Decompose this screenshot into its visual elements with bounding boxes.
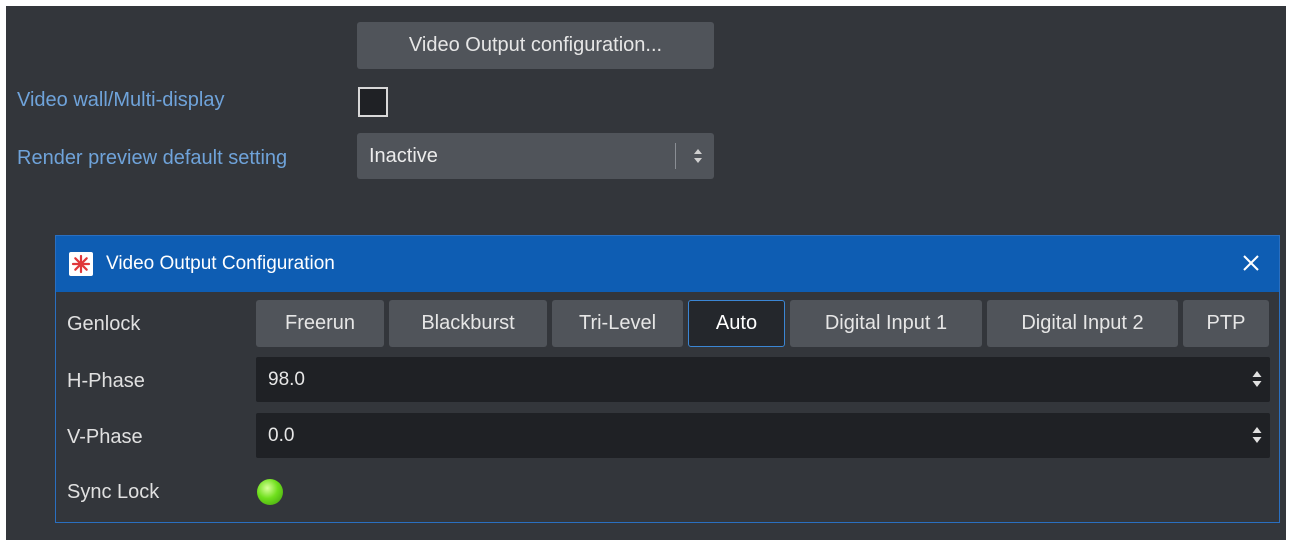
genlock-option-ptp[interactable]: PTP <box>1183 300 1269 347</box>
h-phase-label: H-Phase <box>67 370 145 392</box>
dialog-title: Video Output Configuration <box>106 253 335 274</box>
up-down-arrows-icon[interactable] <box>1252 424 1262 446</box>
genlock-option-digital-input-2[interactable]: Digital Input 2 <box>987 300 1178 347</box>
v-phase-value: 0.0 <box>268 425 295 446</box>
video-output-configuration-button[interactable]: Video Output configuration... <box>357 22 714 69</box>
genlock-option-freerun[interactable]: Freerun <box>256 300 384 347</box>
v-phase-label: V-Phase <box>67 426 143 448</box>
sync-lock-indicator <box>257 479 283 505</box>
video-wall-label: Video wall/Multi-display <box>17 89 225 111</box>
genlock-option-tri-level[interactable]: Tri-Level <box>552 300 683 347</box>
render-preview-select[interactable]: Inactive <box>357 133 714 179</box>
video-output-configuration-dialog: Video Output Configuration Genlock Freer… <box>55 235 1280 523</box>
select-divider <box>675 143 676 169</box>
render-preview-value: Inactive <box>369 145 438 167</box>
up-down-arrows-icon[interactable] <box>1252 368 1262 390</box>
h-phase-value: 98.0 <box>268 369 305 390</box>
render-preview-label: Render preview default setting <box>17 147 288 169</box>
genlock-option-blackburst[interactable]: Blackburst <box>389 300 547 347</box>
sync-lock-label: Sync Lock <box>67 481 160 503</box>
up-down-arrows-icon <box>694 149 702 163</box>
h-phase-spinbox[interactable]: 98.0 <box>256 357 1270 402</box>
video-wall-checkbox[interactable] <box>358 87 388 117</box>
genlock-label: Genlock <box>67 313 141 335</box>
close-icon[interactable] <box>1237 249 1265 277</box>
genlock-option-auto[interactable]: Auto <box>688 300 785 347</box>
asterisk-app-icon <box>69 252 93 276</box>
dialog-titlebar: Video Output Configuration <box>56 236 1279 292</box>
v-phase-spinbox[interactable]: 0.0 <box>256 413 1270 458</box>
genlock-option-digital-input-1[interactable]: Digital Input 1 <box>790 300 982 347</box>
